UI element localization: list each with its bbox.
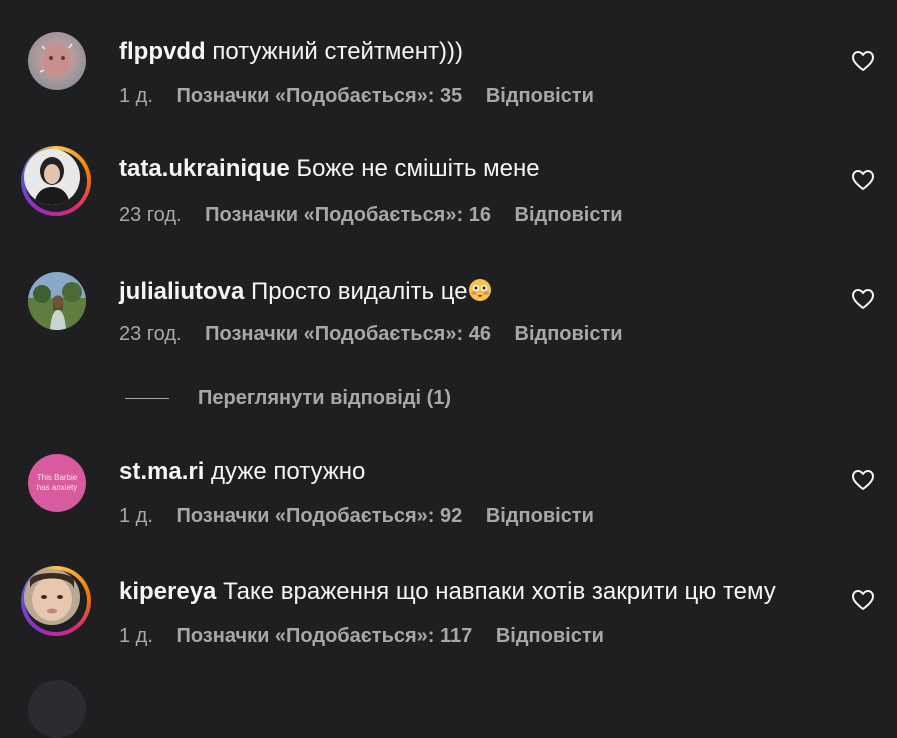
comment-item: tata.ukrainique Боже не смішіть мене 23 … xyxy=(0,146,897,246)
reply-button[interactable]: Відповісти xyxy=(515,323,623,345)
username[interactable]: st.ma.ri xyxy=(119,458,204,485)
timestamp: 1 д. xyxy=(119,625,153,647)
avatar[interactable] xyxy=(21,566,91,636)
comment-text: Просто видаліть це xyxy=(251,278,468,305)
heart-outline-icon[interactable] xyxy=(851,169,875,191)
comment-meta: 23 год. Позначки «Подобається»: 46 Відпо… xyxy=(119,322,641,346)
heart-outline-icon[interactable] xyxy=(851,469,875,491)
timestamp: 23 год. xyxy=(119,323,182,345)
username[interactable]: flppvdd xyxy=(119,38,206,65)
comment-text: Таке враження що навпаки хотів закрити ц… xyxy=(223,578,776,605)
timestamp: 1 д. xyxy=(119,85,153,107)
comment-line: tata.ukrainique Боже не смішіть мене xyxy=(119,155,540,183)
comment-line: julialiutova Просто видаліть це xyxy=(119,278,492,306)
comment-meta: 1 д. Позначки «Подобається»: 92 Відповіс… xyxy=(119,504,612,528)
timestamp: 23 год. xyxy=(119,204,182,226)
reply-button[interactable]: Відповісти xyxy=(486,85,594,107)
view-replies-label[interactable]: Переглянути відповіді (1) xyxy=(198,386,451,410)
timestamp: 1 д. xyxy=(119,505,153,527)
comment-text: дуже потужно xyxy=(211,458,366,485)
reply-button[interactable]: Відповісти xyxy=(496,625,604,647)
username[interactable]: kipereya xyxy=(119,578,216,605)
likes-count[interactable]: Позначки «Подобається»: 92 xyxy=(176,505,462,527)
comment-item: kipereya Таке враження що навпаки хотів … xyxy=(0,564,897,664)
flushed-face-emoji xyxy=(468,279,491,301)
heart-outline-icon[interactable] xyxy=(851,589,875,611)
comment-text: Боже не смішіть мене xyxy=(296,155,540,182)
reply-button[interactable]: Відповісти xyxy=(486,505,594,527)
comment-item: flppvdd потужний стейтмент))) 1 д. Позна… xyxy=(0,30,897,130)
comment-item: julialiutova Просто видаліть це 23 год. … xyxy=(0,266,897,366)
likes-count[interactable]: Позначки «Подобається»: 35 xyxy=(176,85,462,107)
comment-text: потужний стейтмент))) xyxy=(212,38,464,65)
likes-count[interactable]: Позначки «Подобається»: 117 xyxy=(176,625,472,647)
comment-item: This Barbie has anxiety st.ma.ri дуже по… xyxy=(0,446,897,546)
comment-line: flppvdd потужний стейтмент))) xyxy=(119,38,463,66)
username[interactable]: tata.ukrainique xyxy=(119,155,290,182)
avatar[interactable] xyxy=(21,146,91,216)
avatar[interactable] xyxy=(28,32,86,90)
heart-outline-icon[interactable] xyxy=(851,288,875,310)
comment-line: st.ma.ri дуже потужно xyxy=(119,458,365,486)
reply-button[interactable]: Відповісти xyxy=(515,204,623,226)
heart-outline-icon[interactable] xyxy=(851,50,875,72)
comment-meta: 1 д. Позначки «Подобається»: 35 Відповіс… xyxy=(119,84,612,108)
likes-count[interactable]: Позначки «Подобається»: 46 xyxy=(205,323,491,345)
avatar[interactable] xyxy=(28,272,86,330)
comment-line: kipereya Таке враження що навпаки хотів … xyxy=(119,578,776,606)
avatar[interactable]: This Barbie has anxiety xyxy=(28,454,86,512)
comment-meta: 1 д. Позначки «Подобається»: 117 Відпові… xyxy=(119,624,622,648)
likes-count[interactable]: Позначки «Подобається»: 16 xyxy=(205,204,491,226)
comment-meta: 23 год. Позначки «Подобається»: 16 Відпо… xyxy=(119,203,641,227)
replies-divider xyxy=(125,398,169,399)
avatar[interactable] xyxy=(28,680,86,738)
username[interactable]: julialiutova xyxy=(119,278,244,305)
avatar-caption: This Barbie has anxiety xyxy=(36,473,78,492)
